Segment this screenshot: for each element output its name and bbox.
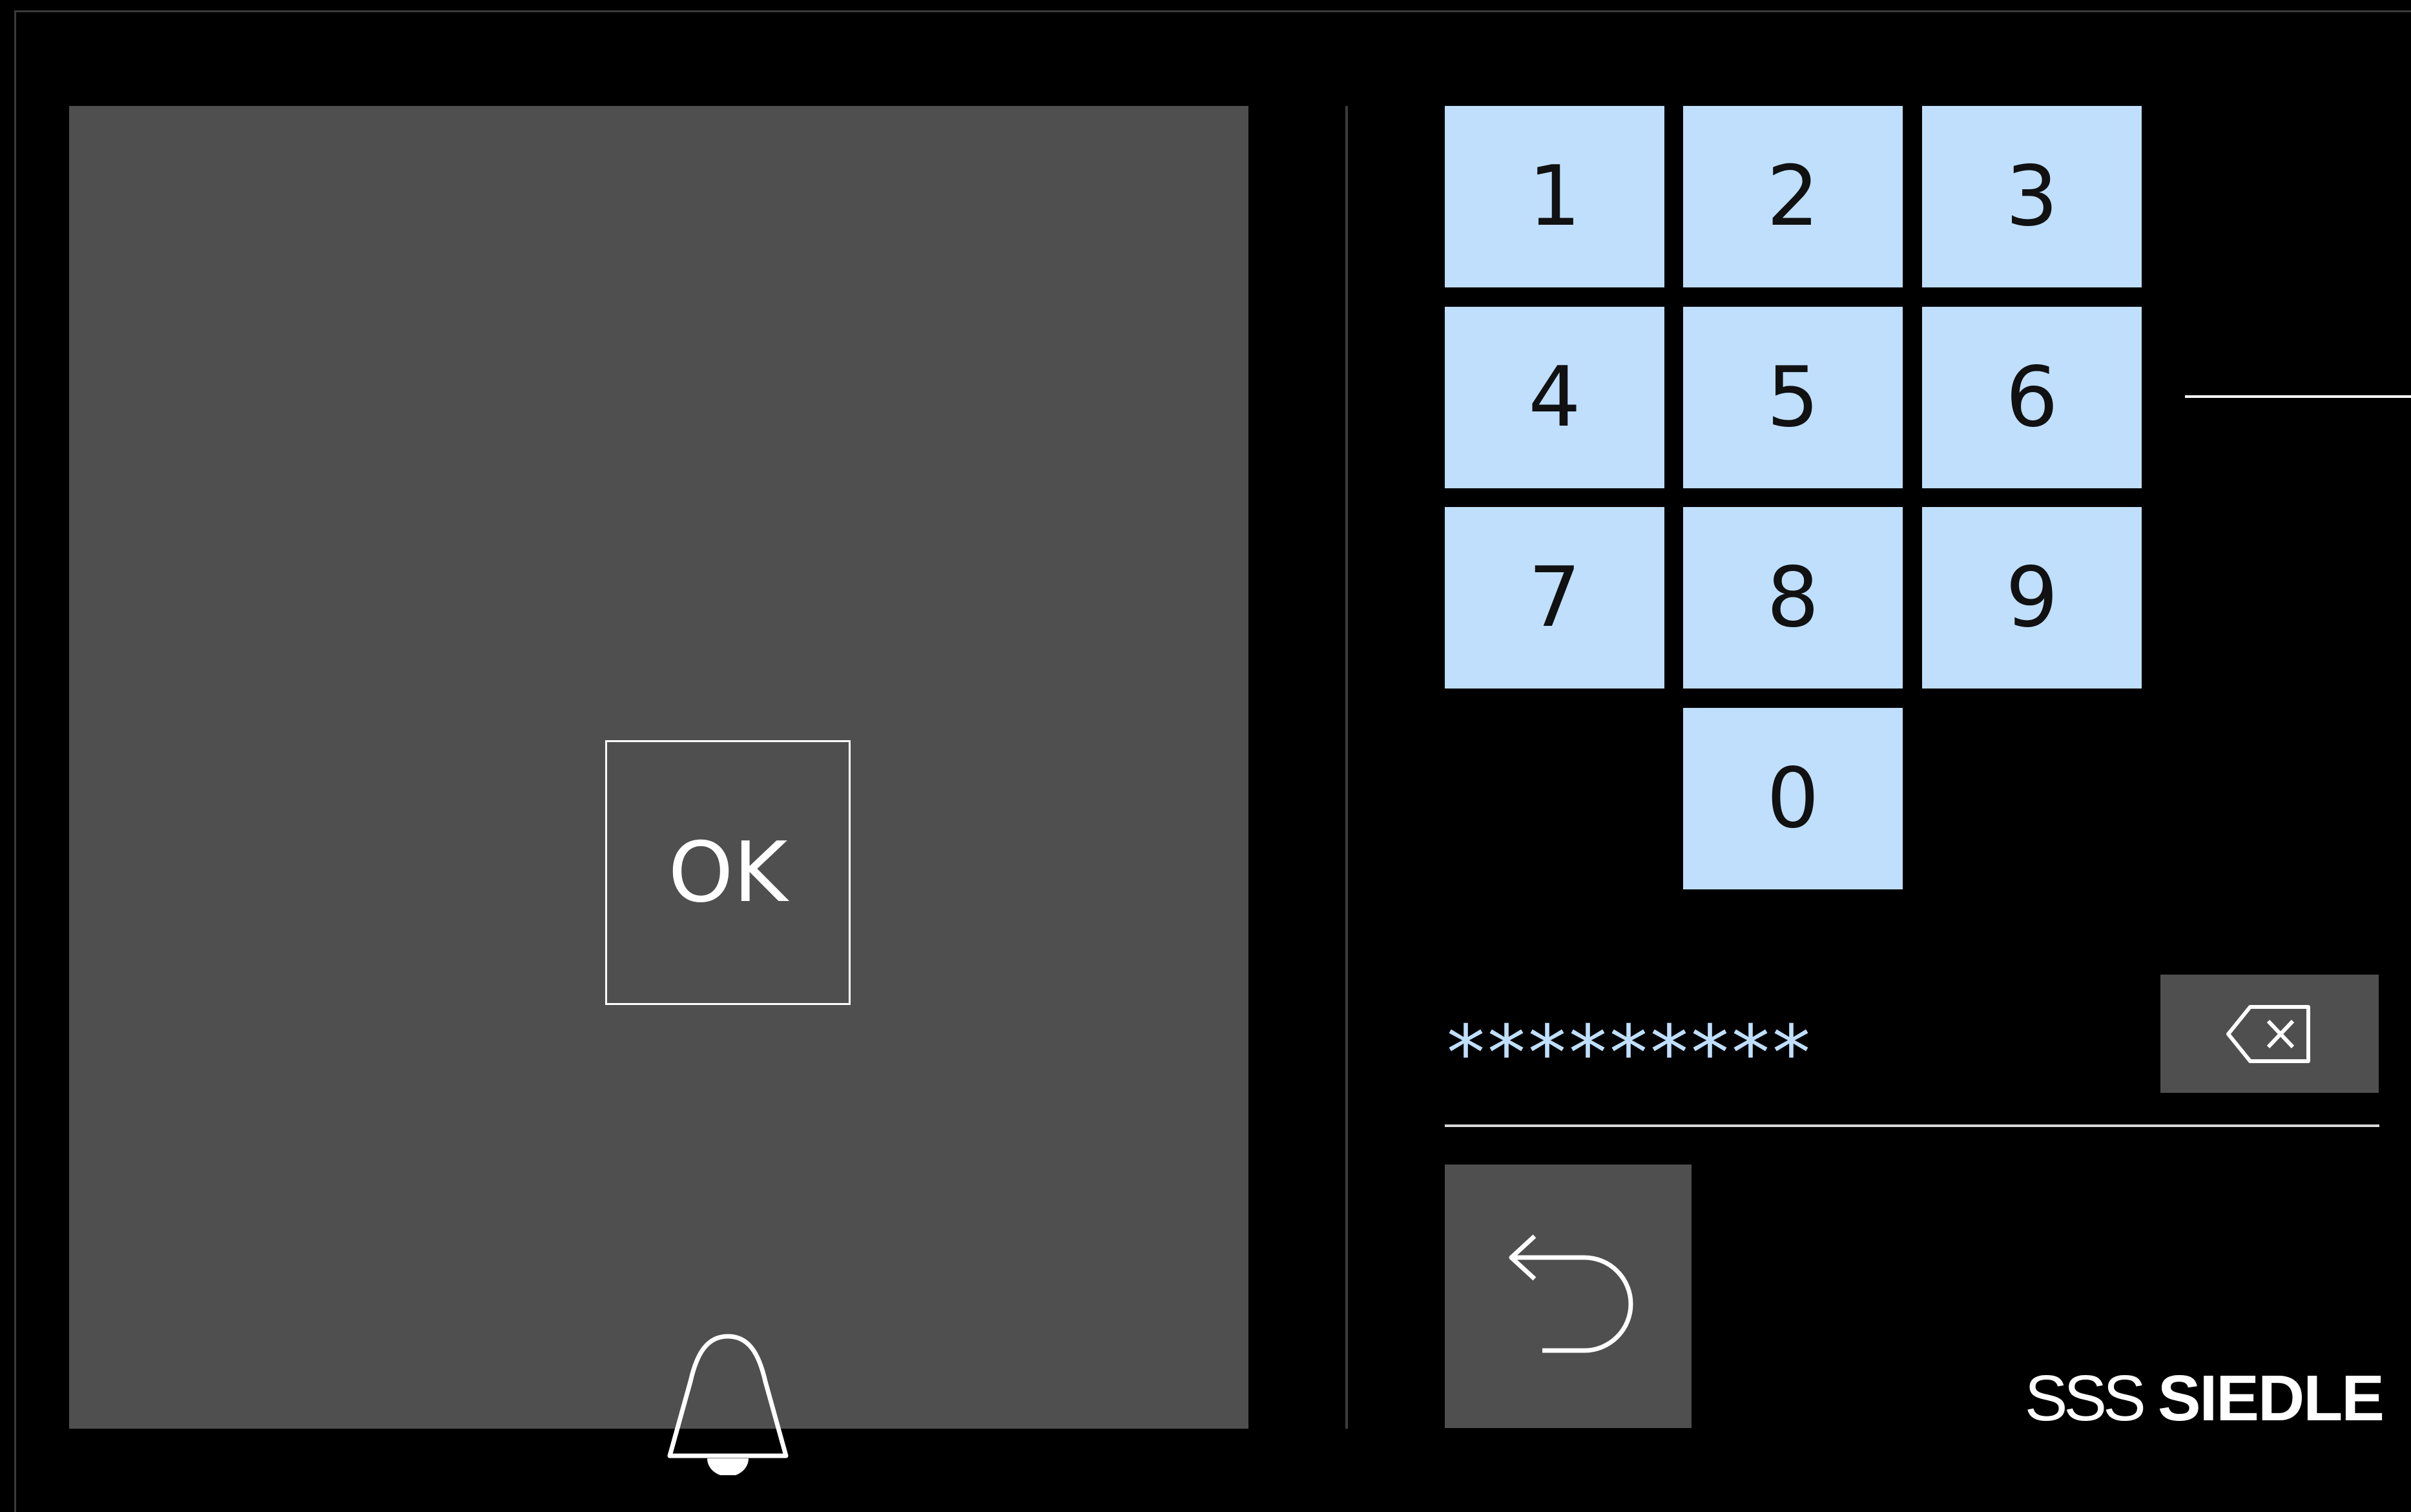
side-indicator-line: [2185, 395, 2411, 398]
logo-word: SIEDLE: [2157, 1362, 2385, 1434]
keypad-key-2[interactable]: 2: [1683, 106, 1903, 287]
pin-underline: [1445, 1124, 2379, 1127]
siedle-logo: SSS SIEDLE: [2025, 1360, 2385, 1437]
keypad-key-6[interactable]: 6: [1922, 307, 2142, 488]
keypad-key-9[interactable]: 9: [1922, 507, 2142, 689]
keypad-key-1[interactable]: 1: [1445, 106, 1664, 287]
keypad-key-5[interactable]: 5: [1683, 307, 1903, 488]
bell-icon[interactable]: [657, 1330, 799, 1475]
back-arrow-icon: [1509, 1234, 1633, 1353]
ok-button[interactable]: OK: [605, 740, 851, 1005]
keypad-key-3[interactable]: 3: [1922, 106, 2142, 287]
intercom-panel: OK: [69, 106, 1248, 1475]
backspace-button[interactable]: [2160, 975, 2379, 1093]
keypad-key-8[interactable]: 8: [1683, 507, 1903, 689]
panel-divider: [1345, 106, 1348, 1429]
back-button[interactable]: [1445, 1165, 1692, 1428]
backspace-icon: [2226, 1004, 2310, 1063]
keypad-key-4[interactable]: 4: [1445, 307, 1664, 488]
pin-display: *********: [1447, 1008, 1813, 1097]
keypad-key-7[interactable]: 7: [1445, 507, 1664, 689]
logo-mark: SSS: [2024, 1362, 2146, 1434]
keypad-key-0[interactable]: 0: [1683, 708, 1903, 889]
